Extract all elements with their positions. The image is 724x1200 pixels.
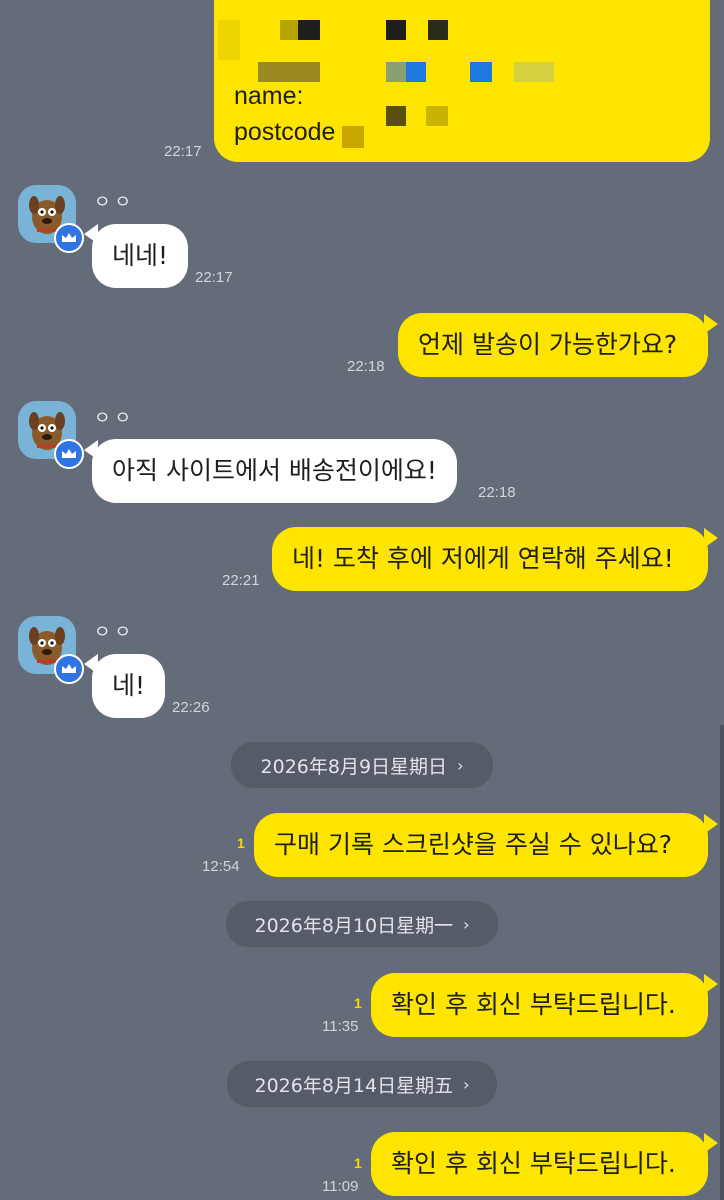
unread-count: 1 [237,835,245,851]
contact-avatar[interactable] [18,401,84,469]
outgoing-message-bubble[interactable]: 네! 도착 후에 저에게 연락해 주세요! [272,527,708,591]
message-time: 22:21 [222,572,260,589]
message-time: 22:18 [478,484,516,501]
message-time: 22:26 [172,699,210,716]
date-divider[interactable]: 2026年8月14日星期五 › [227,1061,497,1107]
message-time: 22:18 [347,358,385,375]
redaction-block [218,20,240,60]
message-time: 22:17 [195,269,233,286]
outgoing-message-bubble[interactable]: 언제 발송이 가능한가요? [398,313,708,377]
bubble-tail [704,814,718,834]
incoming-message-bubble[interactable]: 네! [92,654,166,718]
outgoing-message-bubble[interactable]: 구매 기록 스크린샷을 주실 수 있나요? [254,813,708,877]
date-divider[interactable]: 2026年8月10日星期一 › [226,901,498,947]
redaction-block [386,106,406,126]
message-time: 11:35 [322,1018,359,1035]
redaction-block [386,62,406,82]
scrollbar[interactable] [720,725,724,1200]
redaction-block [406,62,426,82]
incoming-message-bubble[interactable]: 네네! [92,224,189,288]
contact-name: ㅇㅇ [94,408,136,429]
bubble-tail [704,314,718,334]
message-time: 22:17 [164,143,202,160]
contact-name: ㅇㅇ [94,192,136,213]
address-message-bubble[interactable]: name: postcode [214,0,710,162]
crown-badge-icon [54,654,84,684]
chevron-right-icon: › [463,1074,470,1094]
bubble-tail [704,974,718,994]
unread-count: 1 [354,1155,362,1171]
redaction-block [258,62,320,82]
crown-badge-icon [54,439,84,469]
redaction-block [428,20,448,40]
date-label: 2026年8月10日星期一 [254,914,454,937]
contact-avatar[interactable] [18,185,84,253]
redaction-block [426,106,448,126]
redaction-block [298,20,320,40]
chevron-right-icon: › [463,914,470,934]
redaction-block [386,20,406,40]
contact-name: ㅇㅇ [94,622,136,643]
address-postcode-label: postcode [234,118,336,146]
incoming-message-bubble[interactable]: 아직 사이트에서 배송전이에요! [92,439,457,503]
redaction-block [470,62,492,82]
outgoing-message-bubble[interactable]: 확인 후 회신 부탁드립니다. [371,1132,708,1196]
bubble-tail [704,1133,718,1153]
chevron-right-icon: › [457,755,464,775]
bubble-tail [704,528,718,548]
message-time: 11:09 [322,1178,359,1195]
message-time: 12:54 [202,858,240,875]
redaction-block [514,62,554,82]
contact-avatar[interactable] [18,616,84,684]
date-label: 2026年8月14日星期五 [254,1074,454,1097]
outgoing-message-bubble[interactable]: 확인 후 회신 부탁드립니다. [371,973,708,1037]
redaction-block [342,126,364,148]
date-divider[interactable]: 2026年8月9日星期日 › [231,742,493,788]
address-name-label: name: [234,82,304,110]
date-label: 2026年8月9日星期日 [260,755,448,778]
unread-count: 1 [354,995,362,1011]
crown-badge-icon [54,223,84,253]
